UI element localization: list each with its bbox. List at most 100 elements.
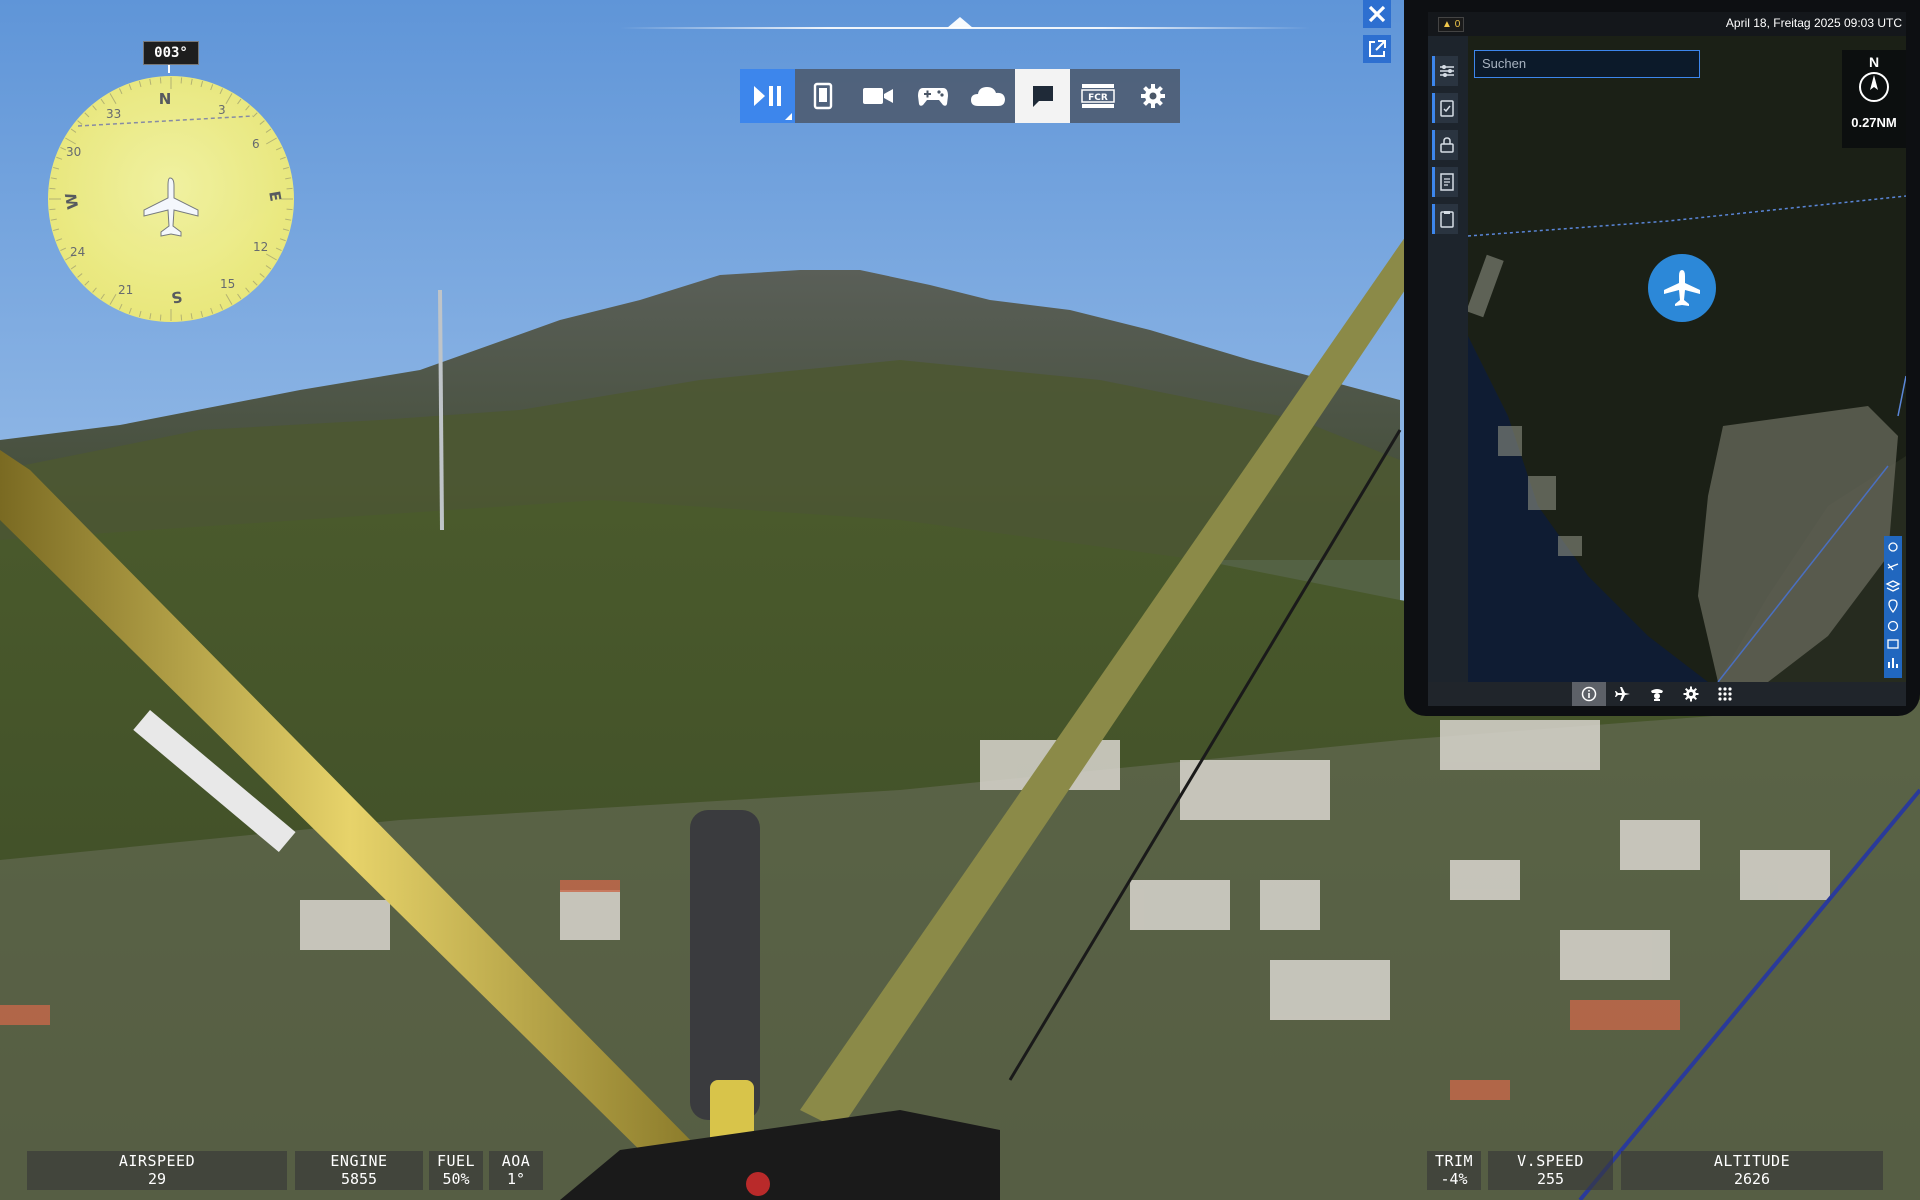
camera-button[interactable] — [850, 69, 905, 123]
compass-tick — [70, 128, 77, 133]
compass-num-6: 6 — [252, 137, 260, 151]
settings-button[interactable] — [1125, 69, 1180, 123]
efb-status-bar: ▲ 0 April 18, Freitag 2025 09:03 UTC — [1428, 12, 1906, 36]
top-toolbar: FCR — [740, 69, 1180, 123]
camera-icon — [862, 88, 893, 104]
fcr-icon: FCR — [1080, 84, 1115, 108]
map-tool-strip — [1884, 536, 1902, 678]
airplane-small-icon — [1615, 687, 1630, 701]
compass-tick — [285, 218, 292, 221]
compass-tick — [265, 128, 272, 133]
controller-icon — [917, 88, 948, 106]
chat-icon — [1032, 86, 1053, 107]
pause-play-button[interactable] — [740, 69, 795, 123]
map-orientation-box[interactable]: N 0.27NM — [1842, 50, 1906, 148]
compass-tick — [190, 78, 193, 85]
layers-icon — [1885, 580, 1901, 592]
settings-gear-icon — [1140, 84, 1165, 108]
airspeed-value: 29 — [147, 1170, 167, 1188]
notification-count: 0 — [1454, 19, 1461, 30]
fcr-button[interactable]: FCR — [1070, 69, 1125, 123]
map-sidebar — [1428, 36, 1468, 682]
clipboard-check-icon — [1439, 100, 1454, 117]
bottom-pilot-button[interactable] — [1640, 682, 1674, 706]
play-pause-icon — [753, 86, 781, 106]
altitude-value: 2626 — [1733, 1170, 1771, 1188]
trim-value: -4% — [1440, 1170, 1468, 1188]
compass-tick — [219, 303, 224, 310]
compass-arrow-icon — [1859, 72, 1889, 102]
bottom-info-button[interactable] — [1572, 682, 1606, 706]
altitude-label: ALTITUDE — [1713, 1152, 1791, 1170]
compass-tick — [138, 310, 142, 317]
compass-tick — [70, 265, 77, 270]
compass-tick — [100, 293, 105, 300]
compass-num-33: 33 — [106, 107, 121, 121]
fcr-label: FCR — [1088, 93, 1108, 103]
map-terrain — [1468, 36, 1906, 682]
compass-tick — [245, 105, 250, 111]
close-panel-button[interactable] — [1363, 0, 1391, 28]
weather-button[interactable] — [960, 69, 1015, 123]
compass-tick — [275, 247, 282, 252]
sidebar-lock-button[interactable] — [1432, 130, 1458, 160]
compass-tick — [118, 88, 123, 95]
bottom-aircraft-button[interactable] — [1606, 682, 1640, 706]
compass-tick — [49, 187, 56, 190]
compass-tick — [190, 313, 193, 320]
compass-tick — [92, 105, 97, 111]
compass-tick — [252, 280, 258, 286]
compass-tick — [210, 307, 214, 314]
compass-tick — [159, 314, 162, 321]
notification-badge[interactable]: ▲ 0 — [1438, 17, 1464, 32]
gear-icon — [1683, 686, 1699, 702]
compass-north: N — [159, 90, 172, 108]
pilot-icon — [1651, 689, 1663, 701]
compass-tick — [286, 208, 293, 211]
bottom-apps-button[interactable] — [1708, 682, 1742, 706]
compass-tick — [252, 112, 258, 118]
compass-num-15: 15 — [220, 277, 235, 291]
compass-tick — [109, 93, 117, 104]
moving-map[interactable]: Suchen N 0.27NM — [1468, 36, 1906, 682]
compass-tick — [138, 81, 142, 88]
locate-icon — [1888, 542, 1898, 552]
fuel-label: FUEL — [436, 1152, 476, 1170]
compass-tick — [65, 137, 76, 145]
hud-trim: TRIM -4% — [1427, 1151, 1481, 1190]
efb-datetime: April 18, Freitag 2025 09:03 UTC — [1725, 16, 1902, 30]
compass-tick — [275, 146, 282, 151]
efb-screen: ▲ 0 April 18, Freitag 2025 09:03 UTC Suc… — [1428, 12, 1906, 706]
compass-tick — [159, 77, 162, 84]
tablet-button[interactable] — [795, 69, 850, 123]
compass-num-24: 24 — [70, 245, 85, 259]
grid-apps-icon — [1718, 687, 1732, 701]
clipboard-icon — [1439, 211, 1454, 228]
vspeed-value: 255 — [1536, 1170, 1565, 1188]
compass-west: W — [62, 191, 83, 211]
compass-tick — [225, 294, 233, 305]
compass-tick — [60, 247, 67, 252]
compass-tick — [219, 88, 224, 95]
aircraft-symbol-icon — [143, 177, 199, 237]
compass-tick — [237, 98, 242, 105]
route-icon — [1887, 563, 1899, 571]
engine-value: 5855 — [340, 1170, 378, 1188]
sidebar-checklist-button[interactable] — [1432, 93, 1458, 123]
compass-tick — [84, 280, 90, 286]
compass-tick — [245, 287, 250, 293]
bottom-settings-button[interactable] — [1674, 682, 1708, 706]
compass-tick — [279, 238, 286, 242]
chat-button[interactable] — [1015, 69, 1070, 123]
compass-tick — [92, 287, 97, 293]
map-search-input[interactable]: Suchen — [1474, 50, 1700, 78]
compass-tick — [259, 120, 265, 125]
compass-tick — [100, 98, 105, 105]
timeline-handle[interactable] — [947, 17, 973, 28]
controls-button[interactable] — [905, 69, 960, 123]
undock-panel-button[interactable] — [1363, 35, 1391, 63]
sidebar-notes-button[interactable] — [1432, 167, 1458, 197]
sidebar-clipboard-button[interactable] — [1432, 204, 1458, 234]
sidebar-filters-button[interactable] — [1432, 56, 1458, 86]
compass-tick — [180, 314, 183, 321]
